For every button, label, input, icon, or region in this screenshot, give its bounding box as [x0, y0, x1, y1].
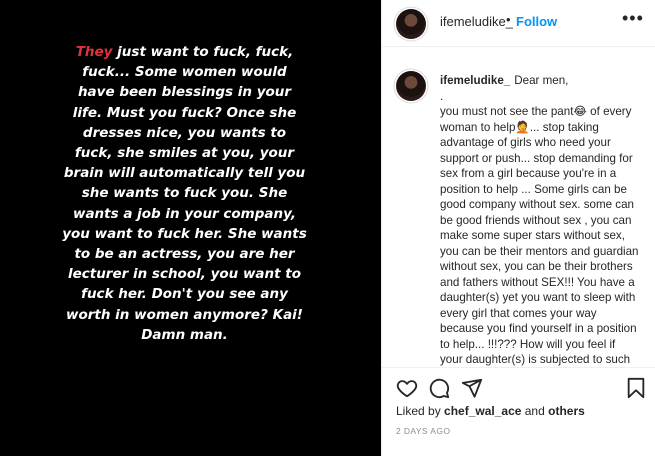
post-image[interactable]: They just want to fuck, fuck, fuck... So… [0, 0, 381, 456]
caption-avatar[interactable] [396, 71, 426, 101]
image-text-body: just want to fuck, fuck, fuck... Some wo… [62, 44, 307, 343]
image-text: They just want to fuck, fuck, fuck... So… [62, 42, 307, 345]
comment-icon[interactable] [428, 377, 450, 399]
caption-username[interactable]: ifemeludike_ [440, 74, 510, 87]
instagram-post: They just want to fuck, fuck, fuck... So… [0, 0, 655, 456]
likes-others[interactable]: others [548, 404, 585, 418]
share-icon[interactable] [461, 377, 483, 399]
caption-line-1: Dear men, [514, 74, 569, 87]
header-username[interactable]: ifemeludike_ [440, 14, 513, 29]
liked-by-user[interactable]: chef_wal_ace [444, 404, 521, 418]
avatar[interactable] [396, 9, 426, 39]
caption-area[interactable]: ifemeludike_ Dear men, . you must not see… [382, 47, 655, 367]
caption-body: you must not see the pant😂 of every woma… [440, 105, 639, 366]
heart-icon[interactable] [396, 377, 418, 399]
likes-line: Liked by chef_wal_ace and others [396, 404, 585, 418]
caption: ifemeludike_ Dear men, . you must not see… [440, 73, 640, 367]
follow-button[interactable]: Follow [516, 14, 557, 29]
separator-dot: • [506, 12, 511, 27]
action-bar [382, 367, 655, 406]
post-sidebar: ifemeludike_ • Follow ••• ifemeludike_ De… [381, 0, 655, 456]
likes-joiner: and [521, 404, 549, 418]
post-timestamp[interactable]: 2 DAYS AGO [396, 426, 450, 436]
image-text-highlight: They [75, 44, 113, 60]
more-options-icon[interactable]: ••• [622, 8, 644, 29]
bookmark-icon[interactable] [625, 377, 647, 399]
likes-prefix: Liked by [396, 404, 445, 418]
post-header: ifemeludike_ • Follow ••• [382, 0, 655, 47]
caption-line-2: . [440, 89, 444, 103]
